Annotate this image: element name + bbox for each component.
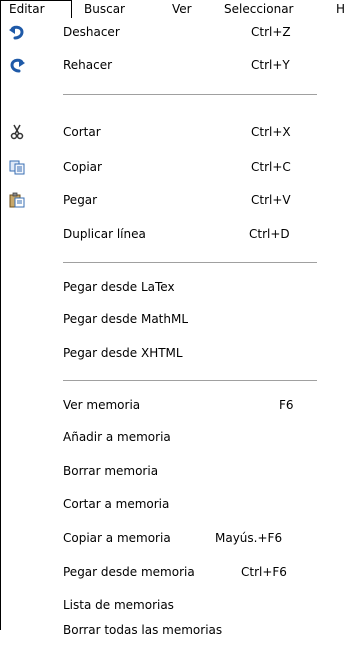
edit-menu: Deshacer Ctrl+Z Rehacer Ctrl+Y Cortar Ct… <box>0 18 344 637</box>
menu-item-borrar-todas-las-memorias[interactable]: Borrar todas las memorias <box>1 616 344 646</box>
menubar-item-label: Seleccionar <box>224 2 294 16</box>
menu-separator <box>63 380 317 381</box>
menu-item-shortcut: Ctrl+X <box>251 125 291 139</box>
menu-item-label: Cortar <box>63 125 101 139</box>
menu-item-label: Rehacer <box>63 58 113 72</box>
menu-item-copiar[interactable]: Copiar Ctrl+C <box>1 153 344 183</box>
undo-icon <box>9 24 25 40</box>
menu-item-label: Pegar desde XHTML <box>63 346 183 360</box>
menu-item-anadir-a-memoria[interactable]: Añadir a memoria <box>1 423 344 453</box>
menu-item-pegar-desde-latex[interactable]: Pegar desde LaTex <box>1 273 344 303</box>
menu-item-shortcut: Ctrl+D <box>249 227 290 241</box>
menubar-item-label: Buscar <box>84 2 125 16</box>
menu-item-label: Pegar <box>63 193 98 207</box>
menu-item-label: Ver memoria <box>63 398 141 412</box>
menubar-item-buscar[interactable]: Buscar <box>84 0 125 18</box>
menu-item-duplicar-linea[interactable]: Duplicar línea Ctrl+D <box>1 220 344 250</box>
copy-icon <box>9 159 25 175</box>
paste-icon <box>9 192 25 208</box>
menubar-item-label: Ver <box>172 2 192 16</box>
menubar-item-ver[interactable]: Ver <box>172 0 192 18</box>
menu-item-label: Cortar a memoria <box>63 497 170 511</box>
redo-icon <box>9 57 25 73</box>
menu-item-shortcut: Ctrl+Z <box>251 25 291 39</box>
menu-item-label: Deshacer <box>63 25 120 39</box>
menu-item-label: Borrar memoria <box>63 464 159 478</box>
menu-item-pegar-desde-xhtml[interactable]: Pegar desde XHTML <box>1 339 344 369</box>
menu-item-label: Copiar a memoria <box>63 531 171 545</box>
menu-item-pegar[interactable]: Pegar Ctrl+V <box>1 186 344 216</box>
menu-item-pegar-desde-memoria[interactable]: Pegar desde memoria Ctrl+F6 <box>1 558 344 588</box>
menu-item-shortcut: Mayús.+F6 <box>215 531 283 545</box>
menu-separator <box>63 94 317 95</box>
menu-item-label: Duplicar línea <box>63 227 146 241</box>
menu-item-deshacer[interactable]: Deshacer Ctrl+Z <box>1 18 344 48</box>
menubar-item-seleccionar[interactable]: Seleccionar <box>224 0 293 18</box>
menu-item-copiar-a-memoria[interactable]: Copiar a memoria Mayús.+F6 <box>1 524 344 554</box>
menu-item-ver-memoria[interactable]: Ver memoria F6 <box>1 391 344 421</box>
menu-separator <box>63 262 317 263</box>
menu-item-shortcut: F6 <box>279 398 294 412</box>
menu-item-cortar-a-memoria[interactable]: Cortar a memoria <box>1 490 344 520</box>
menu-item-label: Borrar todas las memorias <box>63 623 223 637</box>
menu-item-shortcut: Ctrl+F6 <box>241 565 287 579</box>
scissors-icon <box>9 124 25 140</box>
menu-item-label: Copiar <box>63 160 102 174</box>
menubar-item-h[interactable]: H <box>336 0 344 18</box>
menu-item-label: Añadir a memoria <box>63 430 171 444</box>
menubar-item-editar[interactable]: Editar <box>0 0 72 18</box>
menubar-item-label: Editar <box>9 2 45 16</box>
menu-item-label: Lista de memorias <box>63 598 174 612</box>
menu-item-borrar-memoria[interactable]: Borrar memoria <box>1 457 344 487</box>
menubar: Editar Buscar Ver Seleccionar H <box>0 0 344 18</box>
menu-item-pegar-desde-mathml[interactable]: Pegar desde MathML <box>1 305 344 335</box>
menu-item-shortcut: Ctrl+V <box>251 193 291 207</box>
menu-item-shortcut: Ctrl+Y <box>251 58 290 72</box>
menu-item-label: Pegar desde memoria <box>63 565 195 579</box>
menu-item-label: Pegar desde LaTex <box>63 280 175 294</box>
menu-item-rehacer[interactable]: Rehacer Ctrl+Y <box>1 51 344 81</box>
menu-item-shortcut: Ctrl+C <box>251 160 291 174</box>
menu-item-cortar[interactable]: Cortar Ctrl+X <box>1 118 344 148</box>
menu-item-label: Pegar desde MathML <box>63 312 189 326</box>
menubar-item-label: H <box>336 2 344 16</box>
